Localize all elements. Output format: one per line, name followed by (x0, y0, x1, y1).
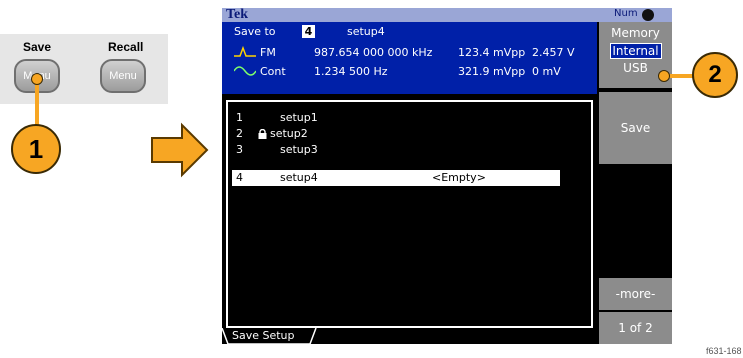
list-item-number: 3 (236, 143, 243, 156)
list-item-selected[interactable]: 4 setup4 <Empty> (232, 170, 560, 186)
list-item-status: <Empty> (432, 171, 486, 184)
recall-menu-button[interactable]: Menu (100, 59, 146, 93)
fm-wave-icon (234, 46, 256, 57)
slot-number: 4 (302, 25, 315, 38)
channel-1-mode: FM (260, 46, 276, 59)
save-label: Save (23, 40, 52, 54)
list-item[interactable]: 3 setup3 (232, 142, 560, 158)
callout-1-dot (31, 73, 43, 85)
num-indicator: Num (614, 8, 638, 19)
sine-wave-icon (234, 66, 256, 76)
callout-1-leader (35, 78, 39, 130)
save-to-label: Save to (234, 25, 276, 38)
figure-id: f631-168 (706, 346, 742, 356)
list-item[interactable]: 1 setup1 (232, 110, 560, 126)
tab-label: Save Setup (232, 329, 295, 342)
channel-2-amplitude: 321.9 mVpp (458, 65, 526, 78)
list-item-number: 4 (236, 171, 243, 184)
list-item[interactable]: 2 setup2 (232, 126, 560, 142)
internal-option[interactable]: Internal (609, 43, 662, 59)
list-item-name: setup4 (280, 171, 318, 184)
channel-2-frequency: 1.234 500 Hz (314, 65, 388, 78)
recall-label: Recall (108, 40, 144, 54)
setup-name: setup4 (347, 25, 385, 38)
brand-logo: Tek (226, 8, 249, 22)
list-item-number: 1 (236, 111, 243, 124)
setup-list: 1 setup1 2 setup2 3 setup3 4 setup4 <Emp… (226, 100, 593, 328)
status-bar: Tek Num (222, 8, 672, 22)
callout-2-dot (658, 70, 670, 82)
channel-1-amplitude: 123.4 mVpp (458, 46, 526, 59)
info-panel: Save to 4 setup4 FM 987.654 000 000 kHz … (222, 22, 597, 94)
list-item-name: setup1 (280, 111, 318, 124)
list-item-name: setup3 (280, 143, 318, 156)
channel-2-mode: Cont (260, 65, 286, 78)
channel-1-frequency: 987.654 000 000 kHz (314, 46, 433, 59)
status-ball-icon (642, 9, 654, 21)
front-panel: Save Recall Menu Menu (0, 34, 168, 104)
callout-2: 2 (692, 52, 738, 98)
more-softkey[interactable]: -more- (599, 278, 672, 310)
list-item-number: 2 (236, 127, 243, 140)
channel-1-offset: 2.457 V (532, 46, 575, 59)
save-softkey[interactable]: Save (599, 92, 672, 164)
channel-2-offset: 0 mV (532, 65, 561, 78)
list-item-name: setup2 (270, 127, 308, 140)
lock-icon (258, 129, 267, 139)
page-indicator: 1 of 2 (599, 312, 672, 344)
instrument-screen: Tek Num Save to 4 setup4 FM 987.654 000 … (222, 8, 672, 344)
callout-1: 1 (11, 124, 61, 174)
arrow-right-icon (151, 122, 209, 178)
memory-title: Memory (611, 26, 660, 40)
